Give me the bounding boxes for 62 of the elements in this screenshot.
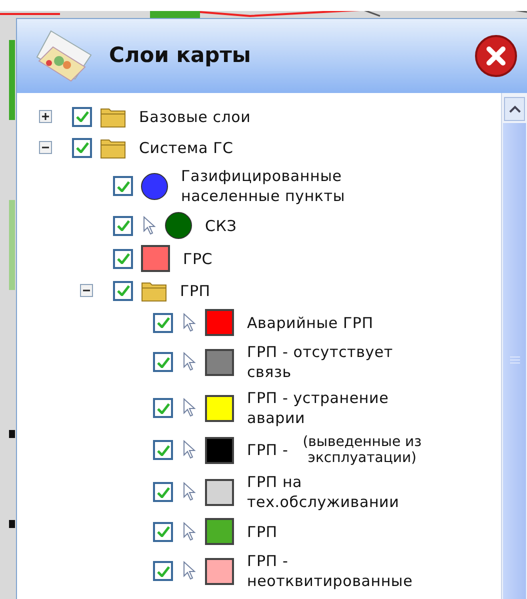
scrollbar[interactable] (501, 93, 527, 599)
grip-icon (508, 356, 520, 366)
layer-label: ГРП - неотквитированные (247, 551, 414, 591)
collapse-icon[interactable] (39, 141, 52, 154)
layer-label: Базовые слои (139, 106, 251, 126)
checkbox[interactable] (113, 216, 133, 236)
close-button[interactable] (475, 35, 517, 77)
layer-label: ГРП (247, 522, 278, 542)
scroll-thumb[interactable] (503, 123, 526, 599)
checkmark-icon (156, 402, 170, 414)
layer-label: СКЗ (205, 216, 237, 236)
panel-title: Слои карты (109, 42, 252, 70)
cursor-icon (183, 522, 197, 542)
folder-icon (100, 106, 126, 128)
checkmark-icon (76, 142, 88, 153)
checkbox[interactable] (153, 440, 173, 460)
checkmark-icon (116, 180, 130, 192)
checkbox[interactable] (72, 138, 92, 158)
checkmark-icon (156, 317, 170, 328)
cursor-icon (183, 312, 197, 332)
checkbox[interactable] (153, 482, 173, 502)
checkmark-icon (156, 356, 170, 368)
layer-label: ГРП (180, 280, 210, 300)
checkmark-icon (116, 285, 130, 296)
cursor-icon (143, 216, 157, 236)
folder-icon (141, 280, 167, 302)
layer-label: ГРС (183, 248, 213, 268)
layer-label: Аварийные ГРП (247, 312, 374, 332)
scroll-up-button[interactable] (504, 97, 525, 121)
checkbox[interactable] (153, 561, 173, 581)
cursor-icon (183, 440, 197, 460)
cursor-icon (183, 482, 197, 502)
checkbox[interactable] (153, 352, 173, 372)
checkbox[interactable] (113, 248, 133, 268)
checkbox[interactable] (113, 176, 133, 196)
expand-icon[interactable] (39, 110, 52, 123)
checkbox[interactable] (113, 280, 133, 300)
layer-label: ГРП - (247, 440, 288, 460)
cursor-icon (183, 398, 197, 418)
layer-note: (выведенные из эксплуатации) (302, 434, 423, 466)
close-icon (486, 46, 506, 66)
collapse-icon[interactable] (80, 284, 93, 297)
cursor-icon (183, 561, 197, 581)
chevron-up-icon (508, 105, 520, 113)
layer-label: Газифицированные населенные пункты (181, 166, 346, 206)
checkmark-icon (76, 111, 88, 122)
checkmark-icon (156, 566, 170, 576)
layer-label: Система ГС (139, 138, 234, 158)
layer-label: ГРП - устранение аварии (247, 388, 390, 428)
checkmark-icon (116, 220, 130, 231)
cursor-icon (183, 352, 197, 372)
checkbox[interactable] (153, 398, 173, 418)
checkbox[interactable] (72, 106, 92, 126)
checkbox[interactable] (153, 522, 173, 542)
checkbox[interactable] (153, 312, 173, 332)
checkmark-icon (156, 444, 170, 456)
folder-icon (100, 136, 126, 158)
checkmark-icon (116, 253, 130, 264)
layer-label: ГРП на тех.обслуживании (247, 472, 400, 512)
checkmark-icon (156, 526, 170, 537)
layer-label: ГРП - отсутствует связь (247, 342, 394, 382)
checkmark-icon (156, 486, 170, 498)
